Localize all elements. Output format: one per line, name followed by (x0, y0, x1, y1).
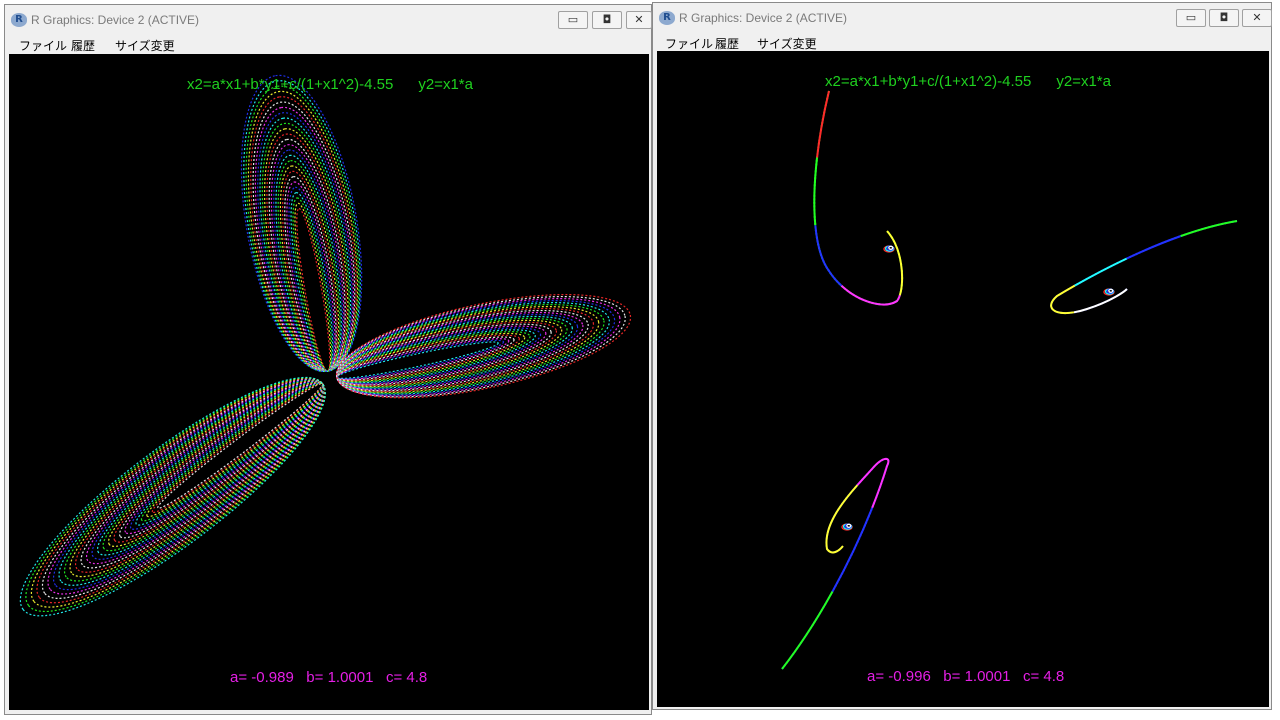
trajectory-segment (813, 90, 904, 306)
inner-spiral (1108, 288, 1114, 293)
minimize-button[interactable]: ▭ (558, 11, 588, 29)
menu-file[interactable]: ファイル (665, 35, 713, 52)
attractor-orbit (245, 85, 360, 372)
attractor-plot (781, 90, 1238, 670)
menu-resize[interactable]: サイズ変更 (757, 35, 817, 52)
trajectory-segment (781, 457, 890, 670)
window-title: R Graphics: Device 2 (ACTIVE) (31, 13, 200, 27)
title-bar[interactable]: R R Graphics: Device 2 (ACTIVE) ▭ ◘ ✕ (5, 5, 652, 35)
inner-spiral (888, 245, 894, 250)
trajectory-curve (1050, 220, 1238, 314)
equation-text: x2=a*x1+b*y1+c/(1+x1^2)-4.55 y2=x1*a (187, 76, 473, 93)
title-bar[interactable]: R R Graphics: Device 2 (ACTIVE) ▭ ◘ ✕ (653, 3, 1272, 33)
r-logo-icon: R (659, 11, 675, 25)
window-title: R Graphics: Device 2 (ACTIVE) (679, 11, 848, 25)
attractor-orbit (266, 133, 348, 372)
attractor-lobe (19, 376, 326, 617)
trajectory-segment (781, 457, 890, 670)
menu-history[interactable]: 履歴 (71, 37, 95, 54)
inner-spiral (846, 523, 852, 528)
trajectory-segment (1050, 220, 1238, 314)
trajectory-segment (1050, 220, 1238, 314)
maximize-button[interactable]: ◘ (592, 11, 622, 29)
menu-file[interactable]: ファイル (19, 37, 67, 54)
menu-bar: ファイル 履歴 サイズ変更 (5, 35, 651, 55)
parameter-text: a= -0.996 b= 1.0001 c= 4.8 (867, 668, 1065, 685)
attractor-plot (19, 74, 632, 617)
trajectory-segment (813, 90, 904, 306)
parameter-text: a= -0.989 b= 1.0001 c= 4.8 (230, 669, 428, 686)
trajectory-segment (813, 90, 904, 306)
r-graphics-window-right[interactable]: R R Graphics: Device 2 (ACTIVE) ▭ ◘ ✕ ファ… (652, 2, 1272, 710)
trajectory-segment (813, 90, 904, 306)
close-button[interactable]: ✕ (626, 11, 652, 29)
minimize-button[interactable]: ▭ (1176, 9, 1206, 27)
trajectory-segment (781, 457, 890, 670)
close-button[interactable]: ✕ (1242, 9, 1272, 27)
trajectory-curve (813, 90, 904, 306)
trajectory-segment (1050, 220, 1238, 314)
attractor-orbit (30, 377, 326, 608)
plot-canvas: x2=a*x1+b*y1+c/(1+x1^2)-4.55 y2=x1*a a= … (657, 51, 1269, 707)
r-graphics-window-left[interactable]: R R Graphics: Device 2 (ACTIVE) ▭ ◘ ✕ ファ… (4, 4, 652, 715)
maximize-button[interactable]: ◘ (1209, 9, 1239, 27)
trajectory-curve (781, 457, 890, 670)
trajectory-segment (813, 90, 904, 306)
trajectory-segment (781, 457, 890, 670)
attractor-orbit (261, 122, 350, 372)
attractor-orbit (52, 378, 326, 591)
trajectory-segment (1050, 220, 1238, 314)
equation-text: x2=a*x1+b*y1+c/(1+x1^2)-4.55 y2=x1*a (825, 73, 1111, 90)
attractor-lobe (335, 293, 632, 399)
plot-canvas: x2=a*x1+b*y1+c/(1+x1^2)-4.55 y2=x1*a a= … (9, 54, 649, 710)
menu-resize[interactable]: サイズ変更 (115, 37, 175, 54)
attractor-lobe (240, 74, 363, 373)
trajectory-segment (1050, 220, 1238, 314)
menu-bar: ファイル 履歴 サイズ変更 (653, 33, 1271, 53)
r-logo-icon: R (11, 13, 27, 27)
menu-history[interactable]: 履歴 (715, 35, 739, 52)
